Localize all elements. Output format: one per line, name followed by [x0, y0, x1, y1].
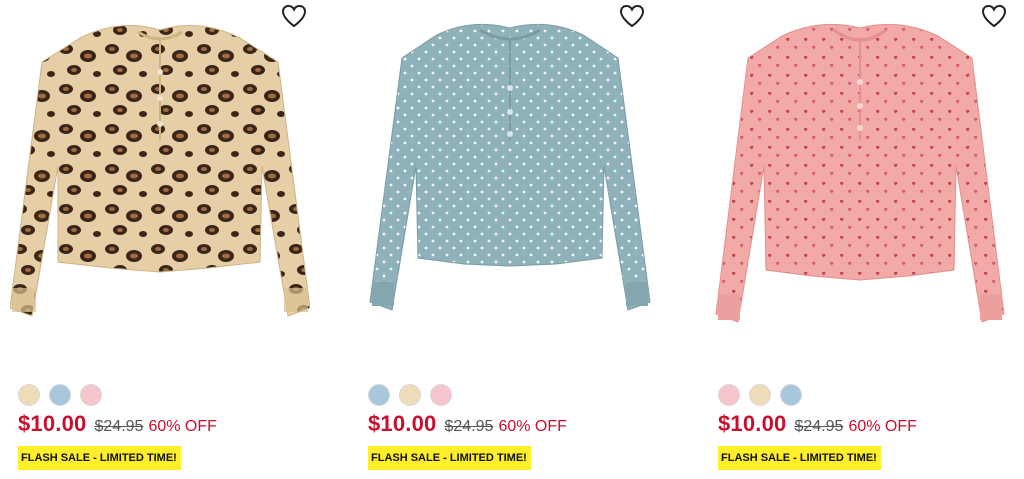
swatch-tan[interactable]	[18, 384, 40, 406]
swatch-blue[interactable]	[49, 384, 71, 406]
price-row: $10.00 $24.95 60% OFF	[368, 411, 567, 437]
color-swatches	[368, 384, 452, 406]
swatch-pink[interactable]	[430, 384, 452, 406]
color-swatches	[718, 384, 802, 406]
product-image-blue-dots[interactable]	[360, 0, 660, 360]
swatch-blue[interactable]	[368, 384, 390, 406]
sale-price: $10.00	[18, 411, 87, 436]
swatch-blue[interactable]	[780, 384, 802, 406]
discount-label: 60% OFF	[148, 418, 217, 435]
swatch-pink[interactable]	[80, 384, 102, 406]
swatch-tan[interactable]	[399, 384, 421, 406]
wishlist-button[interactable]	[276, 0, 312, 32]
sale-price: $10.00	[718, 411, 787, 436]
discount-label: 60% OFF	[498, 418, 567, 435]
price-row: $10.00 $24.95 60% OFF	[18, 411, 217, 437]
price-row: $10.00 $24.95 60% OFF	[718, 411, 917, 437]
flash-sale-badge: FLASH SALE - LIMITED TIME!	[368, 446, 531, 470]
heart-outline-icon	[281, 4, 307, 28]
pink-heart-top-illustration	[715, 23, 1005, 323]
color-swatches	[18, 384, 102, 406]
wishlist-button[interactable]	[614, 0, 650, 32]
heart-outline-icon	[981, 4, 1007, 28]
leopard-top-illustration	[10, 25, 310, 317]
blue-dot-top-illustration	[369, 23, 651, 311]
original-price: $24.95	[444, 418, 494, 435]
sale-price: $10.00	[368, 411, 437, 436]
flash-sale-badge: FLASH SALE - LIMITED TIME!	[18, 446, 181, 470]
swatch-pink[interactable]	[718, 384, 740, 406]
product-card[interactable]: $10.00 $24.95 60% OFF FLASH SALE - LIMIT…	[350, 0, 670, 479]
original-price: $24.95	[94, 418, 144, 435]
original-price: $24.95	[794, 418, 844, 435]
product-image-pink-hearts[interactable]	[710, 0, 1010, 360]
product-card[interactable]: $10.00 $24.95 60% OFF FLASH SALE - LIMIT…	[700, 0, 1020, 479]
product-card[interactable]: $10.00 $24.95 60% OFF FLASH SALE - LIMIT…	[0, 0, 320, 479]
wishlist-button[interactable]	[976, 0, 1012, 32]
discount-label: 60% OFF	[848, 418, 917, 435]
product-image-leopard[interactable]	[10, 0, 310, 360]
flash-sale-badge: FLASH SALE - LIMITED TIME!	[718, 446, 881, 470]
heart-outline-icon	[619, 4, 645, 28]
swatch-tan[interactable]	[749, 384, 771, 406]
